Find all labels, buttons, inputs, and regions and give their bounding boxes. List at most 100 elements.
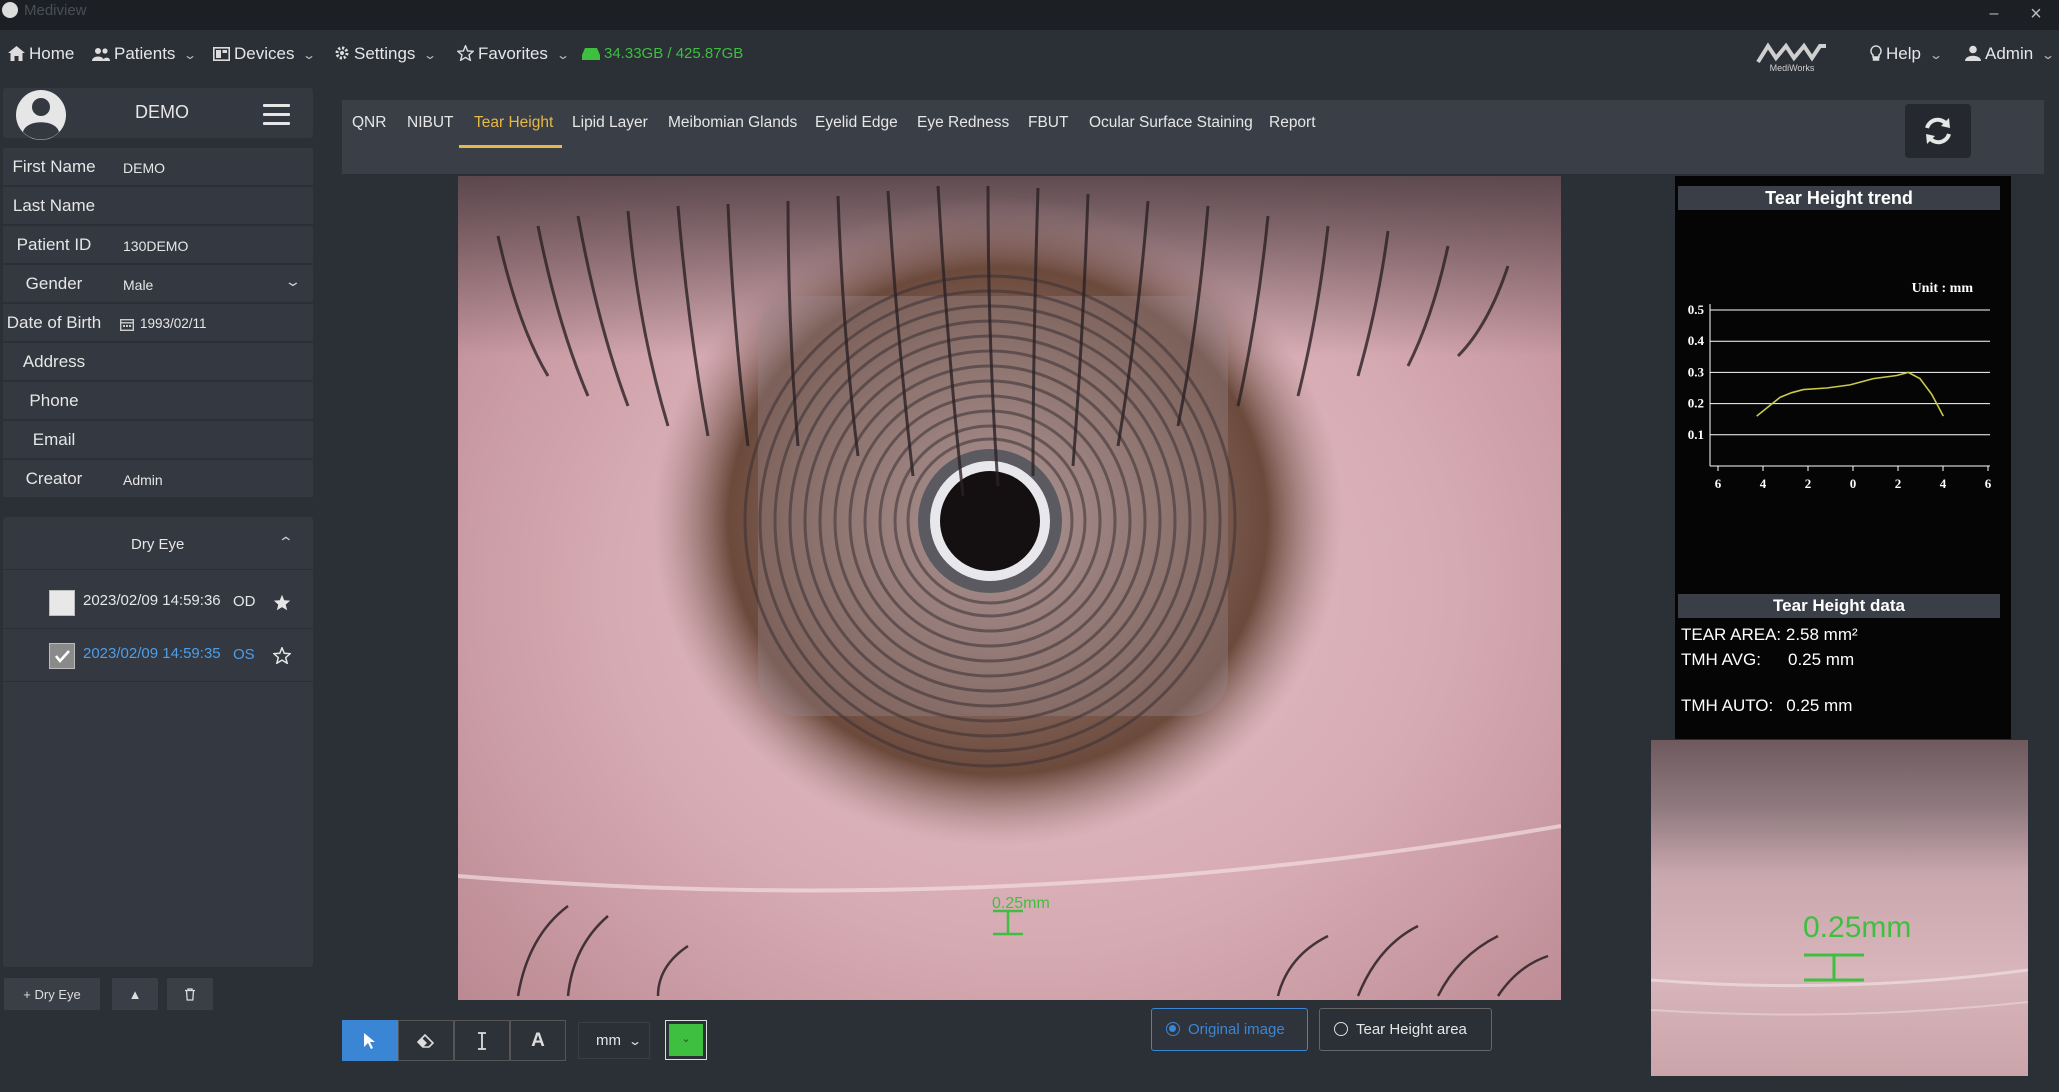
brand-label: MediWorks (1770, 63, 1815, 72)
nav-favorites-label: Favorites (478, 44, 548, 63)
nav-home[interactable]: Home (8, 44, 74, 64)
field-label: Address (22, 352, 86, 371)
field-label: Creator (25, 469, 83, 488)
tmh-avg-row: TMH AVG: 0.25 mm (1681, 650, 1854, 670)
trash-icon (185, 988, 195, 1001)
tmh-auto-row: TMH AUTO: 0.25 mm (1681, 696, 1852, 716)
field-date-of-birth: Date of Birth 1993/02/11 (3, 304, 313, 342)
eraser-tool-button[interactable] (398, 1020, 454, 1061)
select-tool-button[interactable] (342, 1020, 398, 1061)
nav-admin[interactable]: Admin ⌄ (1965, 44, 2055, 64)
star-outline-icon (456, 43, 475, 62)
nav-devices[interactable]: Devices ⌄ (213, 44, 317, 64)
field-label: Gender (25, 274, 83, 293)
y-tick-label: 0.1 (1688, 427, 1704, 442)
minimize-button[interactable]: – (1976, 0, 2012, 28)
first-name-input[interactable]: DEMO (123, 160, 165, 176)
patient-id-input[interactable]: 130DEMO (123, 238, 188, 254)
drive-icon (582, 48, 600, 60)
window-title: Mediview (24, 2, 87, 19)
chevron-down-icon[interactable]: ⌄ (284, 273, 302, 290)
delete-button[interactable] (166, 977, 214, 1011)
record-date: 2023/02/09 14:59:35 (83, 645, 221, 662)
tear-height-trend-chart: Unit : mm 0.1 0.2 0.3 0.4 0.5 6 4 2 0 2 4 6 (1688, 281, 1992, 491)
record-row[interactable]: 2023/02/09 14:59:36 OD (3, 577, 313, 629)
gender-select[interactable]: Male (123, 277, 153, 293)
unit-select-value: mm (596, 1032, 621, 1049)
y-tick-label: 0.4 (1688, 333, 1705, 348)
unit-select[interactable]: mm ⌄ (578, 1022, 650, 1059)
tear-height-area-radio[interactable]: Tear Height area (1319, 1008, 1492, 1051)
tear-area-row: TEAR AREA: 2.58 mm² (1681, 625, 1858, 645)
data-label: TMH AVG: (1681, 650, 1761, 669)
home-icon (8, 46, 25, 61)
nav-patients[interactable]: Patients ⌄ (92, 44, 198, 64)
chevron-down-icon: ⌄ (302, 48, 317, 62)
nav-settings[interactable]: Settings ⌄ (334, 44, 438, 64)
chevron-up-icon[interactable]: ⌃ (278, 534, 294, 551)
nav-help[interactable]: Help ⌄ (1870, 44, 1943, 64)
tab-fbut[interactable]: FBUT (1028, 114, 1068, 132)
tear-height-area-label: Tear Height area (1356, 1021, 1467, 1038)
nav-settings-label: Settings (354, 44, 416, 63)
active-tab-indicator (459, 145, 562, 148)
x-tick-label: 4 (1760, 476, 1767, 491)
data-label: TEAR AREA: (1681, 625, 1782, 644)
patients-icon (92, 48, 110, 61)
tab-ocular-surface-staining[interactable]: Ocular Surface Staining (1089, 114, 1253, 132)
tab-tear-height[interactable]: Tear Height (474, 114, 553, 132)
star-outline-icon[interactable] (273, 647, 291, 664)
radio-indicator (1166, 1022, 1180, 1036)
record-checkbox[interactable] (49, 590, 75, 616)
avatar (16, 90, 66, 140)
analysis-tabs (342, 100, 2044, 174)
original-image-radio[interactable]: Original image (1151, 1008, 1308, 1051)
tmh-auto-value: 0.25 mm (1786, 696, 1853, 715)
tab-qnr[interactable]: QNR (352, 114, 386, 132)
tab-eye-redness[interactable]: Eye Redness (917, 114, 1009, 132)
tab-meibomian-glands[interactable]: Meibomian Glands (668, 114, 797, 132)
close-button[interactable]: × (2018, 0, 2054, 28)
move-up-button[interactable]: ▲ (111, 977, 159, 1011)
eye-image[interactable]: 0.25mm (458, 176, 1561, 1000)
text-tool-button[interactable]: A (510, 1020, 566, 1061)
refresh-icon (1925, 117, 1951, 145)
title-bar: Mediview – × (0, 0, 2059, 30)
chart-unit-label: Unit : mm (1912, 281, 1974, 296)
add-dry-eye-button[interactable]: + Dry Eye (3, 977, 101, 1011)
trend-line (1756, 371, 1945, 417)
y-tick-label: 0.5 (1688, 302, 1705, 317)
zoom-measurement-label: 0.25mm (1803, 911, 1911, 944)
field-label: First Name (12, 157, 96, 176)
refresh-button[interactable] (1905, 104, 1971, 158)
field-label: Phone (29, 391, 79, 410)
measurement-label: 0.25mm (992, 895, 1050, 912)
star-filled-icon[interactable] (273, 594, 291, 611)
record-row[interactable]: 2023/02/09 14:59:35 OS (3, 630, 313, 682)
trend-title: Tear Height trend (1678, 186, 2000, 210)
menu-icon[interactable] (263, 104, 290, 131)
field-gender: Gender Male ⌄ (3, 265, 313, 303)
field-creator: Creator Admin (3, 460, 313, 498)
records-group-header[interactable]: Dry Eye ⌃ (3, 520, 313, 570)
measure-tool-button[interactable] (454, 1020, 510, 1061)
field-label: Email (32, 430, 76, 449)
y-tick-label: 0.2 (1688, 396, 1704, 411)
nav-favorites[interactable]: Favorites ⌄ (456, 43, 570, 64)
tab-nibut[interactable]: NIBUT (407, 114, 454, 132)
record-checkbox[interactable] (49, 643, 75, 669)
record-eye: OS (233, 646, 255, 663)
radio-indicator (1334, 1022, 1348, 1036)
tab-lipid-layer[interactable]: Lipid Layer (572, 114, 648, 132)
nav-patients-label: Patients (114, 44, 176, 63)
tab-eyelid-edge[interactable]: Eyelid Edge (815, 114, 898, 132)
data-label: TMH AUTO: (1681, 696, 1774, 715)
calendar-icon[interactable] (120, 318, 134, 331)
storage-indicator: 34.33GB / 425.87GB (582, 45, 743, 62)
tab-report[interactable]: Report (1269, 114, 1316, 132)
dob-input[interactable]: 1993/02/11 (140, 316, 207, 331)
records-group-title: Dry Eye (131, 536, 185, 553)
color-picker[interactable]: ⌄ (665, 1020, 707, 1060)
x-tick-label: 0 (1850, 476, 1857, 491)
patient-name: DEMO (135, 102, 189, 122)
